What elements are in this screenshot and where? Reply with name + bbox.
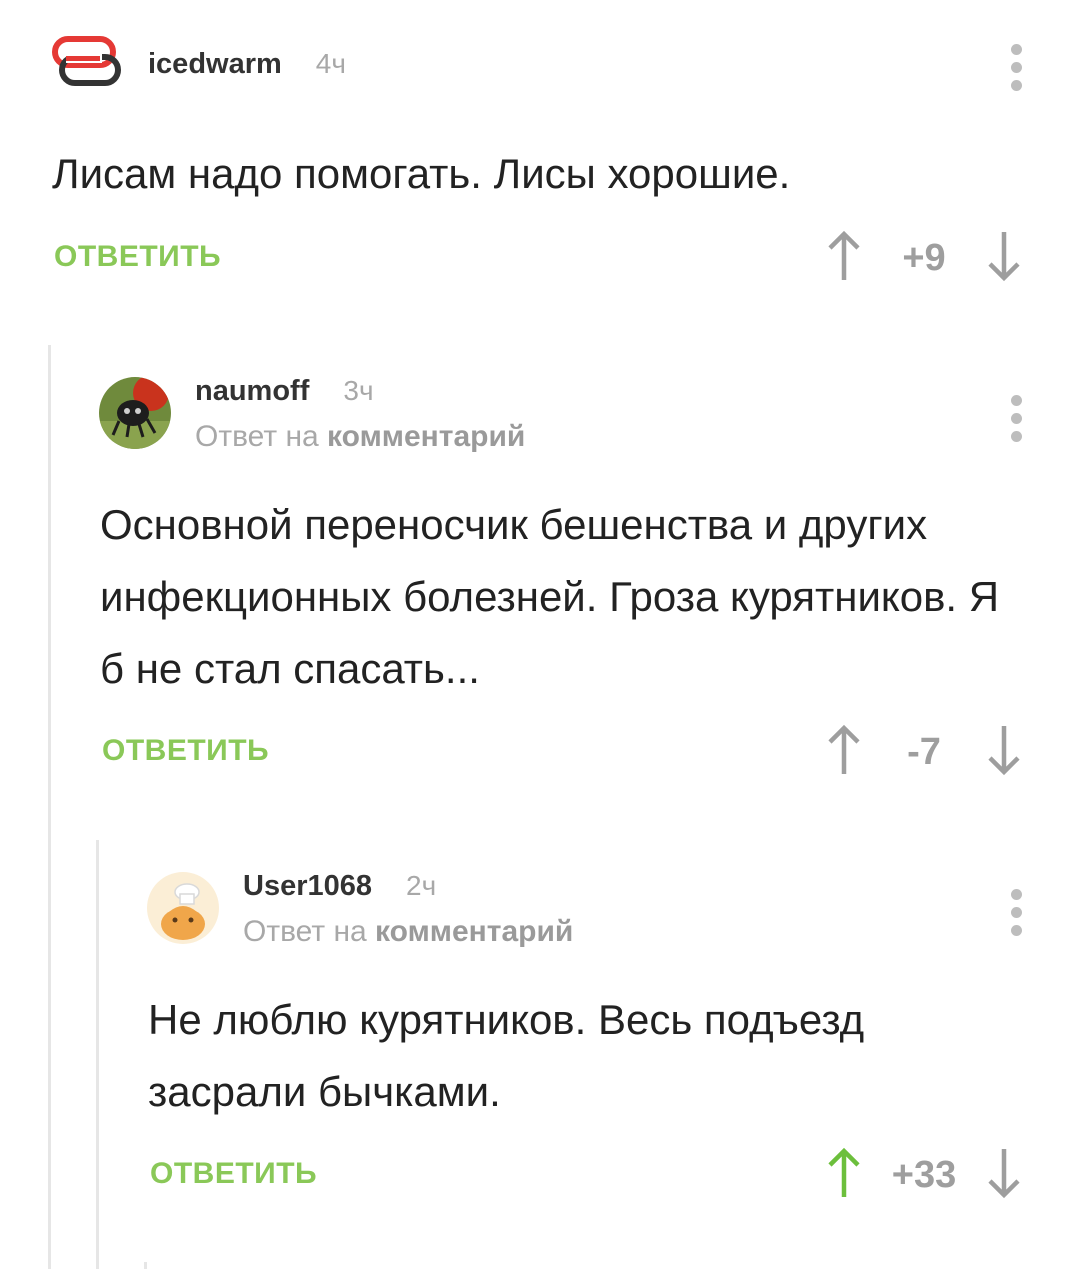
arrow-down-icon[interactable] [984,1147,1024,1204]
author-name[interactable]: icedwarm [148,48,282,81]
arrow-down-icon[interactable] [984,724,1024,781]
thread-line-level-2 [96,840,99,1269]
logo-icon[interactable] [52,36,122,88]
thread-line-level-1 [48,345,51,1269]
comment-time: 3ч [343,375,374,406]
vote-controls: +33 [824,1147,1024,1204]
rating-value: +33 [891,1154,957,1196]
avatar[interactable] [147,872,219,944]
reply-to-line: Ответ на комментарий [195,420,525,454]
arrow-down-icon[interactable] [984,230,1024,287]
comment-time: 4ч [315,48,346,79]
vote-controls: +9 [824,230,1024,287]
author-name[interactable]: User1068 [243,870,372,903]
reply-to-prefix: Ответ на [195,420,319,453]
arrow-up-icon[interactable] [824,724,864,781]
comment-text: Не люблю курятников. Весь подъезд засрал… [148,996,865,1115]
reply-to-link[interactable]: комментарий [375,915,573,948]
comment-text: Основной переносчик бешенства и других и… [100,501,1000,692]
comment-header: naumoff 3ч Ответ на комментарий [99,375,525,454]
more-vertical-icon[interactable] [1011,44,1023,98]
comment-header: icedwarm 4ч [52,36,346,88]
avatar[interactable] [99,377,171,449]
more-vertical-icon[interactable] [1011,889,1023,943]
author-name[interactable]: naumoff [195,375,309,408]
reply-button[interactable]: ОТВЕТИТЬ [150,1157,317,1191]
reply-button[interactable]: ОТВЕТИТЬ [54,240,221,274]
reply-to-line: Ответ на комментарий [243,915,573,949]
vote-controls: -7 [824,724,1024,781]
arrow-up-icon[interactable] [824,230,864,287]
thread-line-level-3 [144,1262,147,1269]
comment-header: User1068 2ч Ответ на комментарий [147,870,573,949]
more-vertical-icon[interactable] [1011,395,1023,449]
comment-time: 2ч [406,870,437,901]
rating-value: +9 [902,237,946,279]
arrow-up-icon[interactable] [824,1147,864,1204]
reply-button[interactable]: ОТВЕТИТЬ [102,734,269,768]
reply-to-prefix: Ответ на [243,915,367,948]
comment-text: Лисам надо помогать. Лисы хорошие. [52,150,791,197]
rating-value: -7 [907,731,941,773]
reply-to-link[interactable]: комментарий [327,420,525,453]
